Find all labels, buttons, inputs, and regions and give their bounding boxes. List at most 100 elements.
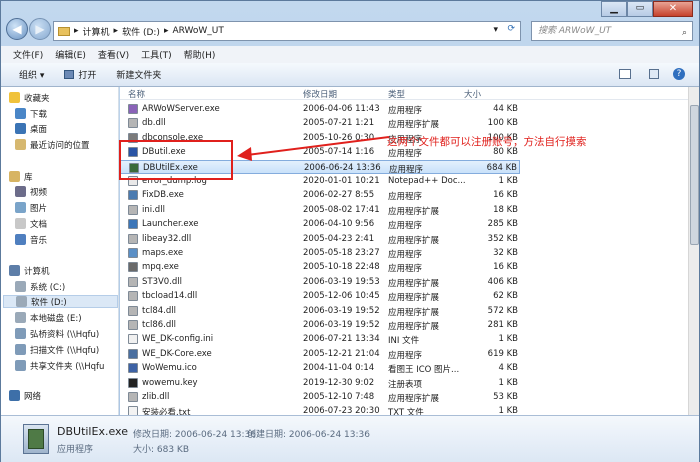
sidebar-label: 库 (24, 172, 33, 183)
file-icon (128, 377, 138, 388)
file-date: 2005-10-18 22:48 (303, 262, 380, 273)
library-icon (9, 171, 20, 182)
sidebar-item-drive-d[interactable]: 软件 (D:) (3, 295, 118, 308)
menu-help[interactable]: 帮助(H) (184, 48, 216, 61)
sidebar-item-downloads[interactable]: 下载 (15, 107, 47, 120)
file-size: 1 KB (498, 176, 518, 186)
breadcrumb-separator-icon: ▸ (113, 26, 119, 36)
sidebar-libraries[interactable]: 库 (9, 170, 33, 183)
file-icon (128, 392, 138, 402)
file-icon (128, 204, 138, 215)
folder-icon (58, 26, 70, 36)
view-options-icon[interactable] (619, 69, 631, 79)
column-header-size[interactable]: 大小 (464, 88, 481, 100)
open-button[interactable]: 打开 (64, 68, 96, 81)
breadcrumb-folder[interactable]: ARWoW_UT (172, 26, 223, 36)
sidebar-computer[interactable]: 计算机 (9, 264, 50, 277)
file-name: mpq.exe (142, 262, 179, 273)
sidebar-item-music[interactable]: 音乐 (15, 233, 47, 246)
file-icon (128, 334, 138, 345)
help-icon[interactable]: ? (673, 68, 685, 80)
file-size: 406 KB (487, 276, 518, 287)
sidebar-item-pictures[interactable]: 图片 (15, 201, 47, 214)
vertical-scrollbar[interactable] (688, 87, 699, 415)
sidebar-item-desktop[interactable]: 桌面 (15, 122, 47, 135)
file-size: 100 KB (487, 118, 518, 129)
annotation-text: 这两个文件都可以注册账号，方法自行摸索 (387, 136, 587, 148)
maximize-button[interactable]: ▭ (626, 1, 653, 17)
music-icon (15, 234, 26, 245)
menu-file[interactable]: 文件(F) (13, 48, 43, 61)
file-icon (128, 219, 138, 230)
preview-pane-icon[interactable] (649, 69, 659, 79)
details-created: 创建日期: 2006-06-24 13:36 (247, 430, 370, 440)
network-drive-icon (15, 344, 26, 355)
sidebar-item-recent[interactable]: 最近访问的位置 (15, 138, 90, 151)
file-row[interactable]: tcl84.dll 2006-03-19 19:52 应用程序扩展 572 KB (120, 304, 520, 319)
application-large-icon (23, 424, 49, 454)
file-row[interactable]: WoWemu.ico 2004-11-04 0:14 看图王 ICO 图片... 4 … (120, 361, 520, 376)
refresh-icon[interactable]: ⟳ (507, 24, 515, 34)
desktop-icon (15, 123, 26, 134)
sidebar-item-network-drive-2[interactable]: 扫描文件 (\\Hqfu) (15, 343, 99, 356)
file-type: Notepad++ Doc... (388, 176, 466, 186)
file-name: maps.exe (142, 248, 184, 258)
sidebar-label: 收藏夹 (24, 93, 50, 104)
file-type: 应用程序 (388, 264, 423, 275)
file-name: WoWemu.ico (142, 363, 197, 374)
address-dropdown-icon[interactable]: ▾ (493, 25, 498, 35)
forward-button[interactable]: ▶ (29, 18, 51, 40)
file-row[interactable]: WE_DK-config.ini 2006-07-21 13:34 INI 文件 1 … (120, 332, 520, 347)
minimize-button[interactable]: ▁ (601, 1, 627, 17)
search-input[interactable]: 搜索 ARWoW_UT ⌕ (531, 21, 693, 41)
back-button[interactable]: ◀ (6, 18, 28, 40)
file-row[interactable]: ST3V0.dll 2006-03-19 19:53 应用程序扩展 406 KB (120, 275, 520, 290)
new-folder-button[interactable]: 新建文件夹 (116, 68, 161, 81)
sidebar-item-drive-e[interactable]: 本地磁盘 (E:) (15, 311, 82, 324)
scrollbar-thumb[interactable] (690, 105, 699, 245)
sidebar-item-network-drive-3[interactable]: 共享文件夹 (\\Hqfu (15, 359, 104, 372)
file-type: INI 文件 (388, 336, 420, 347)
file-row[interactable]: tcl86.dll 2006-03-19 19:52 应用程序扩展 281 KB (120, 318, 520, 333)
file-row[interactable]: tbcload14.dll 2005-12-06 10:45 应用程序扩展 62 KB (120, 289, 520, 304)
file-size: 281 KB (487, 320, 518, 330)
file-row[interactable]: Launcher.exe 2006-04-10 9:56 应用程序 285 KB (120, 217, 520, 232)
file-row[interactable]: libeay32.dll 2005-04-23 2:41 应用程序扩展 352 KB (120, 232, 520, 247)
column-header-date[interactable]: 修改日期 (303, 88, 337, 100)
sidebar-item-videos[interactable]: 视频 (15, 185, 47, 198)
file-row[interactable]: ini.dll 2005-08-02 17:41 应用程序扩展 18 KB (120, 203, 520, 218)
file-row[interactable]: zlib.dll 2005-12-10 7:48 应用程序扩展 53 KB (120, 390, 520, 405)
picture-icon (15, 202, 26, 213)
file-row[interactable]: wowemu.key 2019-12-30 9:02 注册表项 1 KB (120, 376, 520, 391)
file-row[interactable]: ARWoWServer.exe 2006-04-06 11:43 应用程序 44 KB (120, 102, 520, 117)
breadcrumb-drive[interactable]: 软件 (D:) (122, 25, 160, 38)
sidebar-item-drive-c[interactable]: 系统 (C:) (15, 280, 65, 293)
file-row[interactable]: FixDB.exe 2006-02-27 8:55 应用程序 16 KB (120, 188, 520, 203)
sidebar-network[interactable]: 网络 (9, 389, 41, 402)
column-header-name[interactable]: 名称 (128, 88, 145, 100)
breadcrumb-computer[interactable]: 计算机 (83, 25, 110, 38)
organize-button[interactable]: 组织 ▾ (19, 68, 44, 81)
file-size: 4 KB (498, 363, 518, 374)
column-header-type[interactable]: 类型 (388, 88, 405, 100)
file-type: 应用程序扩展 (388, 235, 440, 246)
file-row[interactable]: WE_DK-Core.exe 2005-12-21 21:04 应用程序 619 KB (120, 347, 520, 362)
breadcrumb-separator-icon: ▸ (163, 26, 169, 36)
network-icon (9, 390, 20, 401)
file-row[interactable]: db.dll 2005-07-21 1:21 应用程序扩展 100 KB (120, 116, 520, 131)
file-icon (128, 320, 138, 330)
sidebar-favorites[interactable]: 收藏夹 (9, 91, 50, 104)
close-button[interactable]: ✕ (652, 1, 693, 17)
sidebar-label: 扫描文件 (\\Hqfu) (30, 345, 100, 356)
address-bar[interactable]: ▸ 计算机 ▸ 软件 (D:) ▸ ARWoW_UT ▾ ⟳ (53, 21, 521, 41)
file-name: WE_DK-Core.exe (142, 348, 212, 359)
file-row[interactable]: mpq.exe 2005-10-18 22:48 应用程序 16 KB (120, 260, 520, 275)
sidebar-item-network-drive-1[interactable]: 弘桥资料 (\\Hqfu) (15, 327, 99, 340)
menu-bar: 文件(F) 编辑(E) 查看(V) 工具(T) 帮助(H) (1, 46, 699, 63)
file-row[interactable]: maps.exe 2005-05-18 23:27 应用程序 32 KB (120, 246, 520, 261)
menu-view[interactable]: 查看(V) (98, 48, 129, 61)
file-name: WE_DK-config.ini (142, 334, 214, 345)
sidebar-item-documents[interactable]: 文档 (15, 217, 47, 230)
menu-tools[interactable]: 工具(T) (141, 48, 172, 61)
menu-edit[interactable]: 编辑(E) (55, 48, 86, 61)
